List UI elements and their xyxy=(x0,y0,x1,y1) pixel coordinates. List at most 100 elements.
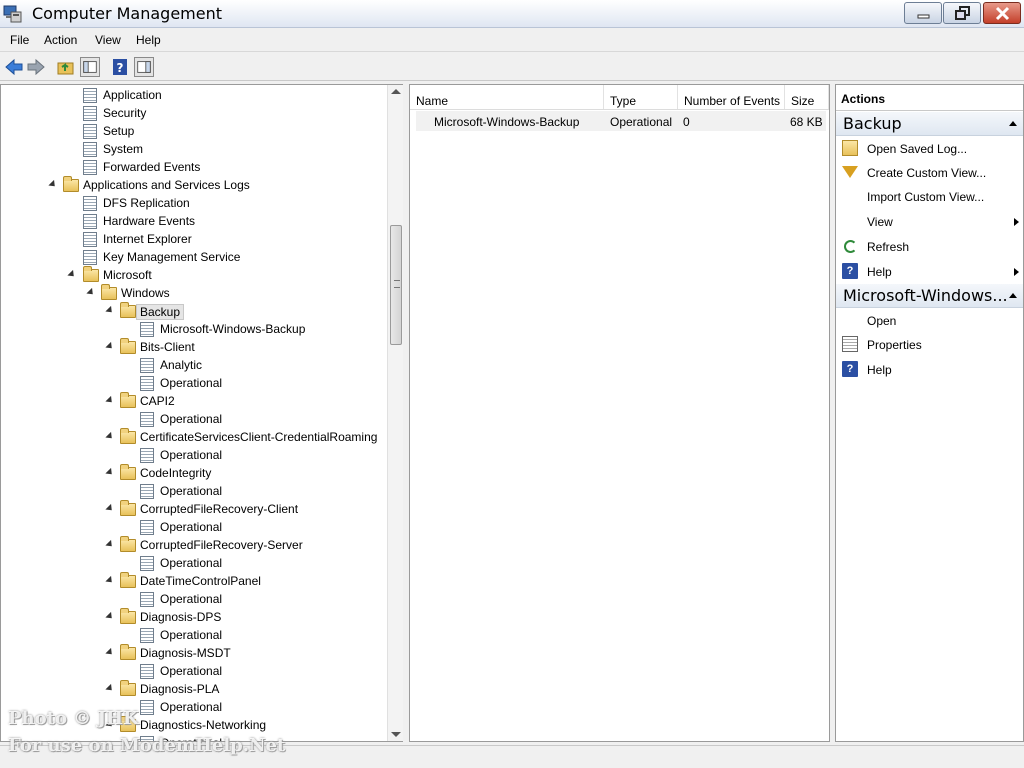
tree-item-setup[interactable]: Setup xyxy=(1,123,387,141)
tree-item-operational[interactable]: Operational xyxy=(1,375,387,393)
expanded-arrow-icon[interactable] xyxy=(105,683,115,694)
menu-view[interactable]: View xyxy=(95,33,121,47)
folder-icon xyxy=(120,428,136,444)
tree-item-bits-client[interactable]: Bits-Client xyxy=(1,338,387,357)
back-icon[interactable] xyxy=(4,57,24,77)
tree-item-codeintegrity[interactable]: CodeIntegrity xyxy=(1,464,387,483)
tree-item-internet-explorer[interactable]: Internet Explorer xyxy=(1,231,387,249)
scroll-down-icon[interactable] xyxy=(391,732,401,737)
menu-help[interactable]: Help xyxy=(136,33,161,47)
row-name: Microsoft-Windows-Backup xyxy=(434,115,580,129)
tree-item-security[interactable]: Security xyxy=(1,105,387,123)
expanded-arrow-icon[interactable] xyxy=(105,467,115,478)
expanded-arrow-icon[interactable] xyxy=(105,539,115,550)
tree-item-backup[interactable]: Backup xyxy=(1,302,387,321)
minimize-button[interactable] xyxy=(904,2,942,24)
action-help-2[interactable]: ? Help xyxy=(836,358,1023,382)
tree-item-label: Microsoft-Windows-Backup xyxy=(160,322,306,336)
log-icon xyxy=(83,232,97,247)
close-button[interactable] xyxy=(983,2,1021,24)
tree-item-operational[interactable]: Operational xyxy=(1,411,387,429)
action-help[interactable]: ? Help xyxy=(836,260,1023,284)
log-icon xyxy=(83,106,97,121)
forward-icon[interactable] xyxy=(26,57,46,77)
action-properties[interactable]: Properties xyxy=(836,333,1023,357)
tree-item-key-management-service[interactable]: Key Management Service xyxy=(1,249,387,267)
action-create-custom-view[interactable]: Create Custom View... xyxy=(836,161,1023,185)
tree-item-capi2[interactable]: CAPI2 xyxy=(1,392,387,411)
tree-item-dfs-replication[interactable]: DFS Replication xyxy=(1,195,387,213)
collapse-icon[interactable] xyxy=(1009,293,1017,298)
column-header-size[interactable]: Size xyxy=(785,85,829,109)
collapse-icon[interactable] xyxy=(1009,121,1017,126)
actions-section-backup[interactable]: Backup xyxy=(836,112,1023,136)
column-header-name[interactable]: Name xyxy=(410,85,604,109)
show-hide-action-pane-icon[interactable] xyxy=(134,57,154,77)
help-icon: ? xyxy=(842,361,858,377)
up-folder-icon[interactable] xyxy=(56,57,76,77)
tree-item-certificateservicesclient-credentialroaming[interactable]: CertificateServicesClient-CredentialRoam… xyxy=(1,428,387,447)
menu-bar: File Action View Help xyxy=(0,28,1024,52)
expanded-arrow-icon[interactable] xyxy=(105,575,115,586)
expanded-arrow-icon[interactable] xyxy=(86,287,96,298)
restore-button[interactable] xyxy=(943,2,981,24)
menu-file[interactable]: File xyxy=(10,33,29,47)
tree-item-datetimecontrolpanel[interactable]: DateTimeControlPanel xyxy=(1,572,387,591)
log-list-pane: Name Type Number of Events Size Microsof… xyxy=(409,84,830,742)
tree-item-diagnosis-msdt[interactable]: Diagnosis-MSDT xyxy=(1,644,387,663)
tree-item-microsoft[interactable]: Microsoft xyxy=(1,266,387,285)
show-hide-tree-icon[interactable] xyxy=(80,57,100,77)
log-icon xyxy=(140,376,154,391)
column-header-type[interactable]: Type xyxy=(604,85,678,109)
menu-action[interactable]: Action xyxy=(44,33,77,47)
action-open-saved-log[interactable]: Open Saved Log... xyxy=(836,137,1023,161)
tree-item-operational[interactable]: Operational xyxy=(1,483,387,501)
tree-item-microsoft-windows-backup[interactable]: Microsoft-Windows-Backup xyxy=(1,321,387,339)
expanded-arrow-icon[interactable] xyxy=(105,611,115,622)
expanded-arrow-icon[interactable] xyxy=(105,341,115,352)
expanded-arrow-icon[interactable] xyxy=(105,305,115,316)
expanded-arrow-icon[interactable] xyxy=(105,647,115,658)
tree-item-label: Operational xyxy=(160,520,223,534)
tree-item-operational[interactable]: Operational xyxy=(1,663,387,681)
tree-item-analytic[interactable]: Analytic xyxy=(1,357,387,375)
expanded-arrow-icon[interactable] xyxy=(105,503,115,514)
tree-item-operational[interactable]: Operational xyxy=(1,519,387,537)
expanded-arrow-icon[interactable] xyxy=(105,395,115,406)
tree-item-operational[interactable]: Operational xyxy=(1,555,387,573)
action-import-custom-view[interactable]: Import Custom View... xyxy=(836,185,1023,209)
tree-item-application[interactable]: Application xyxy=(1,87,387,105)
expanded-arrow-icon[interactable] xyxy=(48,179,58,190)
tree-item-corruptedfilerecovery-server[interactable]: CorruptedFileRecovery-Server xyxy=(1,536,387,555)
log-icon xyxy=(140,700,154,715)
tree-item-diagnosis-dps[interactable]: Diagnosis-DPS xyxy=(1,608,387,627)
scroll-up-icon[interactable] xyxy=(391,89,401,94)
action-view[interactable]: View xyxy=(836,210,1023,234)
tree-item-forwarded-events[interactable]: Forwarded Events xyxy=(1,159,387,177)
tree-item-corruptedfilerecovery-client[interactable]: CorruptedFileRecovery-Client xyxy=(1,500,387,519)
column-header-events[interactable]: Number of Events xyxy=(678,85,785,109)
log-icon xyxy=(140,322,154,337)
action-label: Properties xyxy=(867,338,922,352)
expanded-arrow-icon[interactable] xyxy=(105,431,115,442)
restore-icon xyxy=(955,6,970,20)
tree-item-operational[interactable]: Operational xyxy=(1,591,387,609)
expanded-arrow-icon[interactable] xyxy=(67,269,77,280)
tree-item-hardware-events[interactable]: Hardware Events xyxy=(1,213,387,231)
tree-item-applications-and-services-logs[interactable]: Applications and Services Logs xyxy=(1,176,387,195)
action-open[interactable]: Open xyxy=(836,309,1023,333)
folder-icon xyxy=(120,644,136,660)
console-tree[interactable]: Application Security Setup System Forwarded … xyxy=(0,84,403,742)
tree-item-operational[interactable]: Operational xyxy=(1,627,387,645)
tree-item-windows[interactable]: Windows xyxy=(1,284,387,303)
help-icon[interactable]: ? xyxy=(110,57,130,77)
action-refresh[interactable]: Refresh xyxy=(836,235,1023,259)
tree-item-system[interactable]: System xyxy=(1,141,387,159)
tree-item-diagnosis-pla[interactable]: Diagnosis-PLA xyxy=(1,680,387,699)
actions-section-microsoft-windows[interactable]: Microsoft-Windows... xyxy=(836,284,1023,308)
tree-scrollbar[interactable] xyxy=(387,85,403,741)
scroll-thumb[interactable] xyxy=(390,225,402,345)
tree-item-operational[interactable]: Operational xyxy=(1,447,387,465)
log-icon xyxy=(140,358,154,373)
tree-item-label: Bits-Client xyxy=(140,340,195,354)
